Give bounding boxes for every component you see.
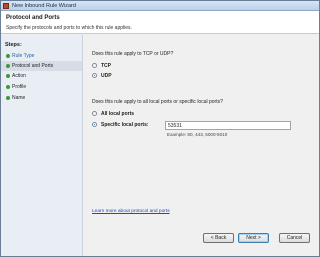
step-protocol-and-ports[interactable]: Protocol and Ports xyxy=(1,61,82,71)
udp-radio[interactable] xyxy=(92,73,97,78)
protocol-question: Does this rule apply to TCP or UDP? xyxy=(92,51,174,57)
next-button[interactable]: Next > xyxy=(238,233,269,243)
ports-question: Does this rule apply to all local ports … xyxy=(92,99,223,105)
step-action[interactable]: Action xyxy=(1,71,82,81)
all-ports-radio[interactable] xyxy=(92,111,97,116)
step-bullet-icon xyxy=(6,54,10,58)
specific-ports-label: Specific local ports: xyxy=(101,122,149,128)
tcp-radio[interactable] xyxy=(92,63,97,68)
page-subtitle: Specify the protocols and ports to which… xyxy=(6,25,132,31)
step-bullet-icon xyxy=(6,96,10,100)
all-ports-label: All local ports xyxy=(101,111,135,117)
step-label: Profile xyxy=(12,84,27,90)
wizard-window: New Inbound Rule Wizard Protocol and Por… xyxy=(0,0,320,257)
step-label: Protocol and Ports xyxy=(12,63,54,69)
wizard-content: Does this rule apply to TCP or UDP? TCP … xyxy=(83,35,319,256)
steps-heading: Steps: xyxy=(5,42,22,48)
title-bar[interactable]: New Inbound Rule Wizard xyxy=(1,1,319,11)
step-rule-type[interactable]: Rule Type xyxy=(1,51,82,61)
back-button[interactable]: < Back xyxy=(203,233,234,243)
specific-ports-input[interactable]: 53531 xyxy=(165,121,291,130)
step-profile[interactable]: Profile xyxy=(1,82,82,92)
step-label: Rule Type xyxy=(12,53,35,59)
step-label: Name xyxy=(12,95,26,101)
udp-label: UDP xyxy=(101,73,112,79)
step-bullet-icon xyxy=(6,64,10,68)
firewall-icon xyxy=(3,3,9,9)
wizard-header: Protocol and Ports Specify the protocols… xyxy=(1,11,319,34)
cancel-button[interactable]: Cancel xyxy=(279,233,310,243)
specific-ports-radio[interactable] xyxy=(92,122,97,127)
window-title: New Inbound Rule Wizard xyxy=(12,3,76,9)
step-name[interactable]: Name xyxy=(1,93,82,103)
tcp-label: TCP xyxy=(101,63,111,69)
learn-more-link[interactable]: Learn more about protocol and ports xyxy=(92,209,170,214)
steps-sidebar: Steps: Rule Type Protocol and Ports Acti… xyxy=(1,35,83,256)
step-bullet-icon xyxy=(6,74,10,78)
ports-example: Example: 80, 443, 5000-5010 xyxy=(167,132,228,137)
step-label: Action xyxy=(12,73,26,79)
step-bullet-icon xyxy=(6,85,10,89)
page-title: Protocol and Ports xyxy=(6,15,60,21)
